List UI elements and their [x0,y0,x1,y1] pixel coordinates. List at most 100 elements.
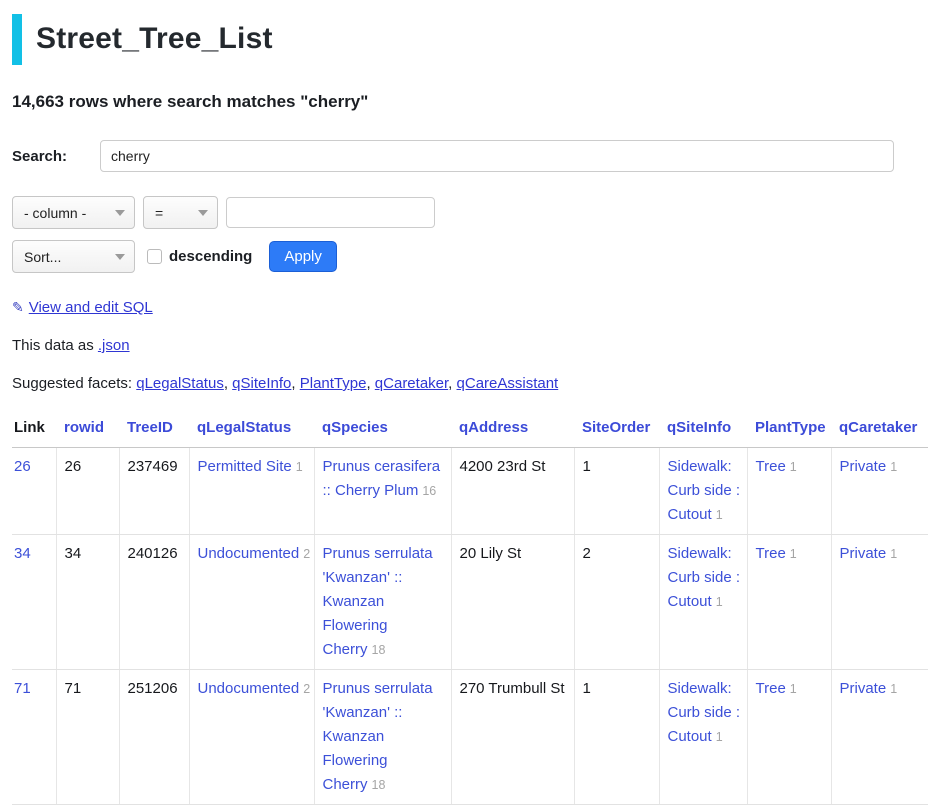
sort-rowid-link[interactable]: rowid [64,419,104,436]
facet-link-qsiteinfo[interactable]: qSiteInfo [232,375,291,392]
cell-qcaretaker: Private1 [831,448,928,535]
column-select[interactable]: - column - [12,196,135,229]
facet-link-planttype[interactable]: PlantType [300,375,367,392]
column-header-qlegalstatus: qLegalStatus [189,409,314,448]
cell-link: 26 [12,448,56,535]
cell-siteorder: 1 [574,448,659,535]
sort-qaddress-link[interactable]: qAddress [459,419,528,436]
sort-siteorder-link[interactable]: SiteOrder [582,419,650,436]
facet-value-link[interactable]: Sidewalk: Curb side : Cutout [668,545,741,610]
row-count-summary: 14,663 rows where search matches "cherry… [12,92,928,112]
json-link[interactable]: .json [98,337,130,354]
column-header-qspecies: qSpecies [314,409,451,448]
sort-select-value: Sort... [24,249,61,265]
chevron-down-icon [115,254,125,260]
sort-form: Sort... descending Apply [12,240,928,273]
facet-count: 16 [422,484,436,498]
sort-select[interactable]: Sort... [12,240,135,273]
facet-value-link[interactable]: Tree [756,458,786,475]
facet-value-link[interactable]: Private [840,545,887,562]
facet-value-link[interactable]: Private [840,680,887,697]
facet-count: 1 [716,730,723,744]
cell-link: 34 [12,535,56,670]
table-row: 71 71 251206 Undocumented2 Prunus serrul… [12,670,928,805]
cell-treeid: 240126 [119,535,189,670]
filter-form: - column - = [12,196,928,229]
filter-value-input[interactable] [226,197,435,228]
column-header-rowid: rowid [56,409,119,448]
row-link[interactable]: 34 [14,545,31,562]
sort-qcaretaker-link[interactable]: qCaretaker [839,419,917,436]
facet-count: 1 [716,508,723,522]
data-as-row: This data as .json [12,337,928,354]
facet-count: 2 [303,682,310,696]
cell-qlegalstatus: Permitted Site 1 [189,448,314,535]
operator-select[interactable]: = [143,196,218,229]
row-link[interactable]: 26 [14,458,31,475]
cell-qcaretaker: Private1 [831,535,928,670]
column-header-qaddress: qAddress [451,409,574,448]
facet-count: 1 [790,460,797,474]
table-header-row: Link rowid TreeID qLegalStatus qSpecies … [12,409,928,448]
facet-link-qcaretaker[interactable]: qCaretaker [375,375,448,392]
column-header-siteorder: SiteOrder [574,409,659,448]
facet-value-link[interactable]: Tree [756,545,786,562]
chevron-down-icon [115,210,125,216]
cell-planttype: Tree 1 [747,670,831,805]
table-row: 26 26 237469 Permitted Site1 Prunus cera… [12,448,928,535]
facet-separator: , [366,375,374,392]
facet-count: 1 [890,682,897,696]
cell-qcaretaker: Private1 [831,670,928,805]
facet-count: 1 [716,595,723,609]
facet-value-link[interactable]: Undocumented [198,680,300,697]
facet-count: 1 [790,682,797,696]
sort-treeid-link[interactable]: TreeID [127,419,173,436]
facet-separator: , [291,375,299,392]
facet-value-link[interactable]: Sidewalk: Curb side : Cutout [668,680,741,745]
facet-value-link[interactable]: Prunus serrulata 'Kwanzan' :: Kwanzan Fl… [323,680,433,793]
cell-rowid: 71 [56,670,119,805]
cell-planttype: Tree 1 [747,535,831,670]
column-header-link: Link [12,409,56,448]
sort-qlegalstatus-link[interactable]: qLegalStatus [197,419,291,436]
facet-count: 2 [303,547,310,561]
facet-value-link[interactable]: Prunus serrulata 'Kwanzan' :: Kwanzan Fl… [323,545,433,658]
column-select-value: - column - [24,205,86,221]
sort-qspecies-link[interactable]: qSpecies [322,419,388,436]
descending-checkbox[interactable] [147,249,162,264]
facet-count: 18 [372,778,386,792]
facet-separator: , [448,375,456,392]
cell-qaddress: 20 Lily St [451,535,574,670]
column-header-treeid: TreeID [119,409,189,448]
facet-value-link[interactable]: Tree [756,680,786,697]
cell-treeid: 237469 [119,448,189,535]
search-input[interactable] [100,140,894,172]
facet-link-qcareassistant[interactable]: qCareAssistant [457,375,559,392]
cell-qsiteinfo: Sidewalk: Curb side : Cutout1 [659,448,747,535]
facet-link-qlegalstatus[interactable]: qLegalStatus [136,375,224,392]
facet-value-link[interactable]: Undocumented [198,545,300,562]
sort-qsiteinfo-link[interactable]: qSiteInfo [667,419,731,436]
cell-planttype: Tree 1 [747,448,831,535]
row-link[interactable]: 71 [14,680,31,697]
facet-count: 1 [790,547,797,561]
facet-value-link[interactable]: Private [840,458,887,475]
column-header-planttype: PlantType [747,409,831,448]
facets-prefix: Suggested facets: [12,375,136,392]
apply-button[interactable]: Apply [269,241,337,272]
facet-count: 1 [296,460,303,474]
chevron-down-icon [198,210,208,216]
cell-qspecies: Prunus serrulata 'Kwanzan' :: Kwanzan Fl… [314,670,451,805]
facet-value-link[interactable]: Sidewalk: Curb side : Cutout [668,458,741,523]
view-edit-sql-link[interactable]: View and edit SQL [29,299,153,316]
results-table: Link rowid TreeID qLegalStatus qSpecies … [12,409,928,805]
descending-label: descending [169,248,252,265]
sort-planttype-link[interactable]: PlantType [755,419,826,436]
operator-select-value: = [155,205,163,221]
cell-treeid: 251206 [119,670,189,805]
table-row: 34 34 240126 Undocumented2 Prunus serrul… [12,535,928,670]
cell-qaddress: 4200 23rd St [451,448,574,535]
facet-value-link[interactable]: Permitted Site [198,458,292,475]
sql-link-row: ✎View and edit SQL [12,299,928,316]
cell-link: 71 [12,670,56,805]
